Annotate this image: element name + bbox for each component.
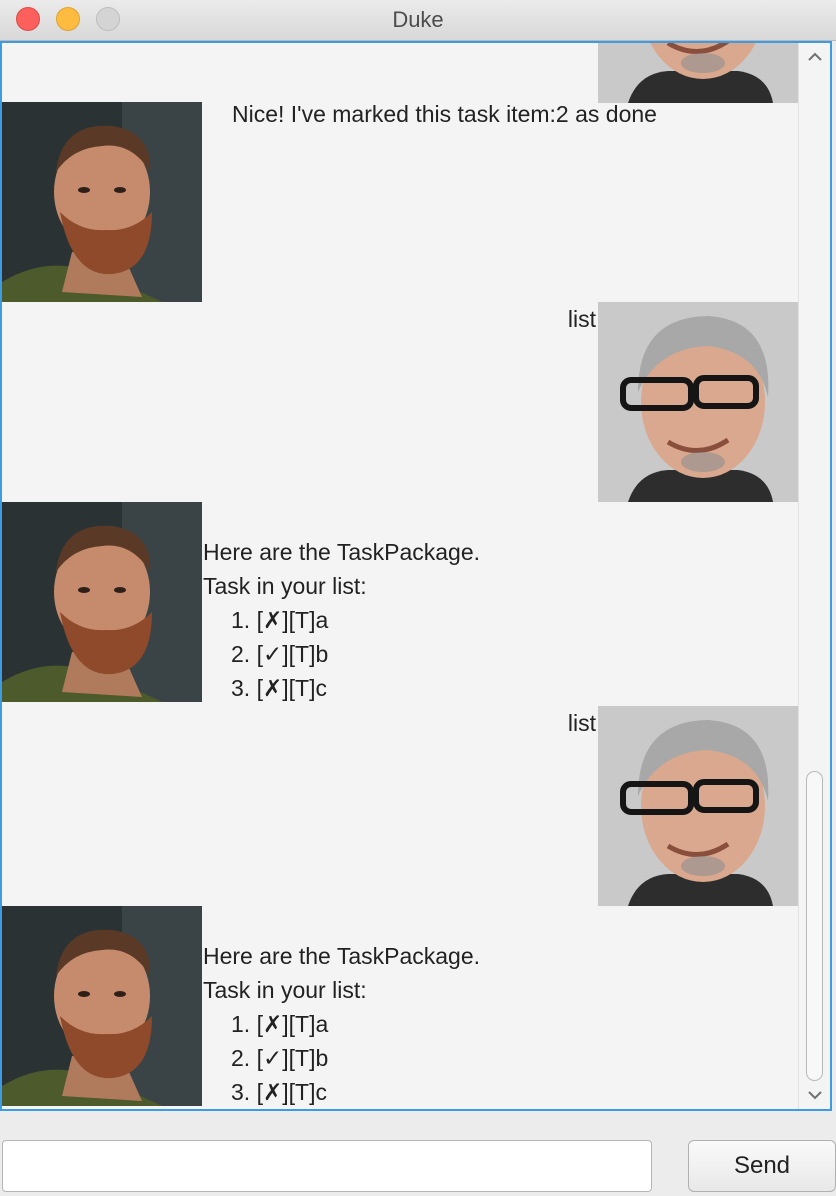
user-avatar (598, 302, 798, 502)
duke-message: Here are the TaskPackage. Task in your li… (203, 535, 480, 705)
task-item: 1. [✗][T]a (203, 603, 480, 637)
task-text: ][T]c (282, 675, 327, 701)
check-mark-icon: ✓ (262, 1045, 283, 1071)
user-avatar (598, 43, 798, 103)
cross-mark-icon: ✗ (262, 1011, 283, 1037)
cross-mark-icon: ✗ (262, 607, 283, 633)
dialog-scroll-pane[interactable]: Nice! I've marked this task item:2 as do… (0, 41, 832, 1111)
task-text: ][T]a (282, 607, 329, 633)
dialog-row-duke: Here are the TaskPackage. Task in your li… (2, 502, 798, 702)
scroll-down-icon[interactable] (806, 1086, 824, 1104)
task-number: 2. (231, 1045, 251, 1071)
dialog-container: Nice! I've marked this task item:2 as do… (2, 43, 798, 1109)
task-text: ][T]a (282, 1011, 329, 1037)
title-bar: Duke (0, 0, 836, 41)
task-number: 3. (231, 1079, 251, 1105)
vertical-scrollbar[interactable] (798, 43, 830, 1109)
dialog-row-user-previous (2, 43, 798, 103)
send-button[interactable]: Send (688, 1140, 836, 1192)
duke-message: Here are the TaskPackage. Task in your li… (203, 939, 480, 1109)
duke-message: Nice! I've marked this task item:2 as do… (232, 101, 657, 127)
task-number: 1. (231, 607, 251, 633)
duke-avatar (2, 502, 202, 702)
dialog-row-user: list (2, 706, 798, 906)
task-item: 1. [✗][T]a (203, 1007, 480, 1041)
duke-avatar (2, 102, 202, 302)
task-text: ][T]c (282, 1079, 327, 1105)
dialog-row-duke: Nice! I've marked this task item:2 as do… (2, 101, 798, 302)
scrollbar-thumb[interactable] (806, 771, 823, 1081)
task-text: ][T]b (282, 641, 329, 667)
window-title: Duke (392, 7, 444, 32)
cross-mark-icon: ✗ (262, 675, 283, 701)
check-mark-icon: ✓ (262, 641, 283, 667)
message-line: Here are the TaskPackage. (203, 943, 481, 969)
message-line: Task in your list: (203, 573, 367, 599)
dialog-row-duke: Here are the TaskPackage. Task in your li… (2, 906, 798, 1106)
task-item: 3. [✗][T]c (203, 671, 480, 705)
dialog-row-user: list (2, 302, 798, 502)
message-line: Here are the TaskPackage. (203, 539, 481, 565)
user-avatar (598, 706, 798, 906)
task-number: 3. (231, 675, 251, 701)
task-number: 1. (231, 1011, 251, 1037)
message-input[interactable] (2, 1140, 652, 1192)
user-message: list (567, 710, 596, 736)
task-item: 3. [✗][T]c (203, 1075, 480, 1109)
task-item: 2. [✓][T]b (203, 1041, 480, 1075)
task-item: 2. [✓][T]b (203, 637, 480, 671)
cross-mark-icon: ✗ (262, 1079, 283, 1105)
scroll-up-icon[interactable] (806, 48, 824, 66)
task-text: ][T]b (282, 1045, 329, 1071)
duke-avatar (2, 906, 202, 1106)
task-number: 2. (231, 641, 251, 667)
message-line: Task in your list: (203, 977, 367, 1003)
user-message: list (567, 306, 596, 332)
